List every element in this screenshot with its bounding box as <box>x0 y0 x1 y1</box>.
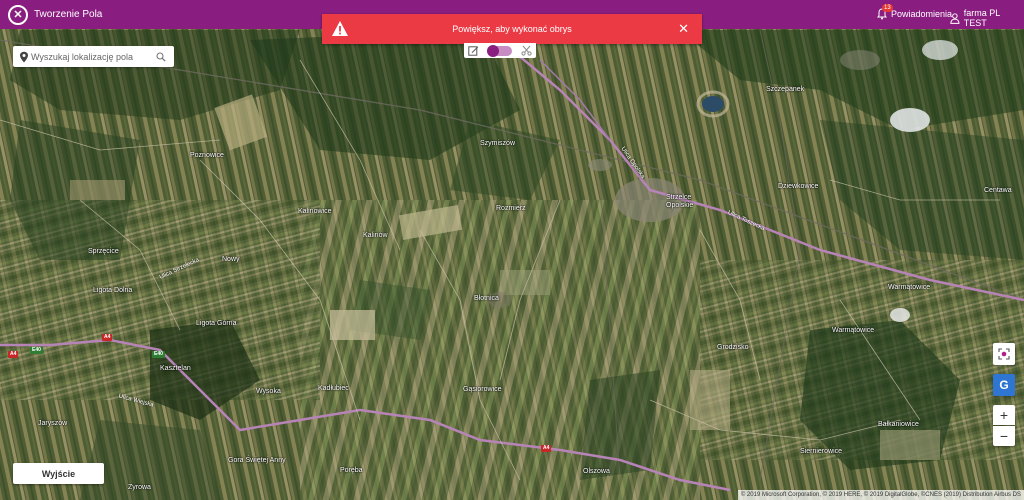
bell-icon: 13 <box>876 4 893 20</box>
route-badge: E40 <box>152 351 165 358</box>
search-icon[interactable] <box>156 51 166 62</box>
place-label: Gąsiorowice <box>463 386 502 393</box>
search-input[interactable] <box>31 51 146 62</box>
route-badge: E40 <box>30 347 43 354</box>
alert-message: Powiększ, aby wykonać obrys <box>452 24 572 34</box>
draw-mode-toggle[interactable] <box>486 44 512 57</box>
place-label: Kalinów <box>363 232 388 239</box>
exit-button[interactable]: Wyjście <box>13 463 104 484</box>
warning-icon <box>332 21 348 36</box>
user-icon <box>950 12 960 24</box>
route-badge: A4 <box>541 445 552 452</box>
place-label: Bałkaniowice <box>878 421 919 428</box>
place-label: Błotnica <box>474 295 499 302</box>
locate-me-button[interactable] <box>993 343 1015 365</box>
place-label: Sprzęcice <box>88 248 119 255</box>
place-label: Wysoka <box>256 388 281 395</box>
place-label: Olszowa <box>583 468 610 475</box>
toggle-knob <box>486 44 499 57</box>
user-menu-button[interactable]: farma PL TEST <box>950 8 1024 28</box>
place-label: Poznowice <box>190 152 224 159</box>
place-label: Siernierowice <box>800 448 843 455</box>
zoom-warning-alert: Powiększ, aby wykonać obrys ✕ <box>322 14 702 44</box>
place-label: Rozmierz <box>496 205 526 212</box>
satellite-map[interactable]: Poznowice Szymiszów Kalinowice Kalinów R… <box>0 0 1024 500</box>
zoom-in-button[interactable]: + <box>993 405 1015 425</box>
place-label: Nowy <box>222 256 240 263</box>
edit-icon[interactable] <box>468 45 479 56</box>
map-attribution: © 2019 Microsoft Corporation, © 2019 HER… <box>737 490 1024 500</box>
notifications-label: Powiadomienia <box>891 9 953 19</box>
place-label: Gora Świętej Anny <box>228 457 286 464</box>
close-alert-button[interactable]: ✕ <box>678 22 689 35</box>
notifications-button[interactable]: 13 Powiadomienia <box>876 4 953 20</box>
location-pin-icon <box>20 51 28 62</box>
place-label: Warmątowice <box>888 284 931 291</box>
google-maps-button[interactable]: G <box>993 374 1015 396</box>
draw-toolbar <box>464 43 536 58</box>
place-label: Szymiszów <box>480 140 516 147</box>
zoom-out-button[interactable]: − <box>993 426 1015 446</box>
place-label: Poręba <box>340 467 363 474</box>
page-title: Tworzenie Pola <box>34 9 103 20</box>
place-label: Ligota Górna <box>196 320 237 327</box>
route-badge: A4 <box>8 351 19 358</box>
user-name-label: farma PL TEST <box>963 8 1000 28</box>
cut-icon[interactable] <box>521 45 532 56</box>
place-label: Szczepanek <box>766 86 805 93</box>
place-label: Kadłubiec <box>318 385 349 392</box>
app-logo-icon[interactable]: ✕ <box>8 4 28 25</box>
place-label: Ligota Dolna <box>93 287 133 294</box>
place-label: Kasztelan <box>160 365 191 372</box>
place-label: Dziewkowice <box>778 183 819 190</box>
place-label: Kalinowice <box>298 208 332 215</box>
notifications-count-badge: 13 <box>882 4 893 12</box>
route-badge: A4 <box>102 334 113 341</box>
place-label: Żyrowa <box>128 484 151 491</box>
map-imagery <box>0 0 1024 500</box>
location-search <box>13 46 174 67</box>
place-label: Strzelce Opolskie <box>666 194 694 209</box>
place-label: Jaryszów <box>38 420 68 427</box>
place-label: Warmątowice <box>832 327 875 334</box>
place-label: Centawa <box>984 187 1012 194</box>
place-label: Grodzisko <box>717 344 749 351</box>
crosshair-icon <box>998 348 1010 360</box>
